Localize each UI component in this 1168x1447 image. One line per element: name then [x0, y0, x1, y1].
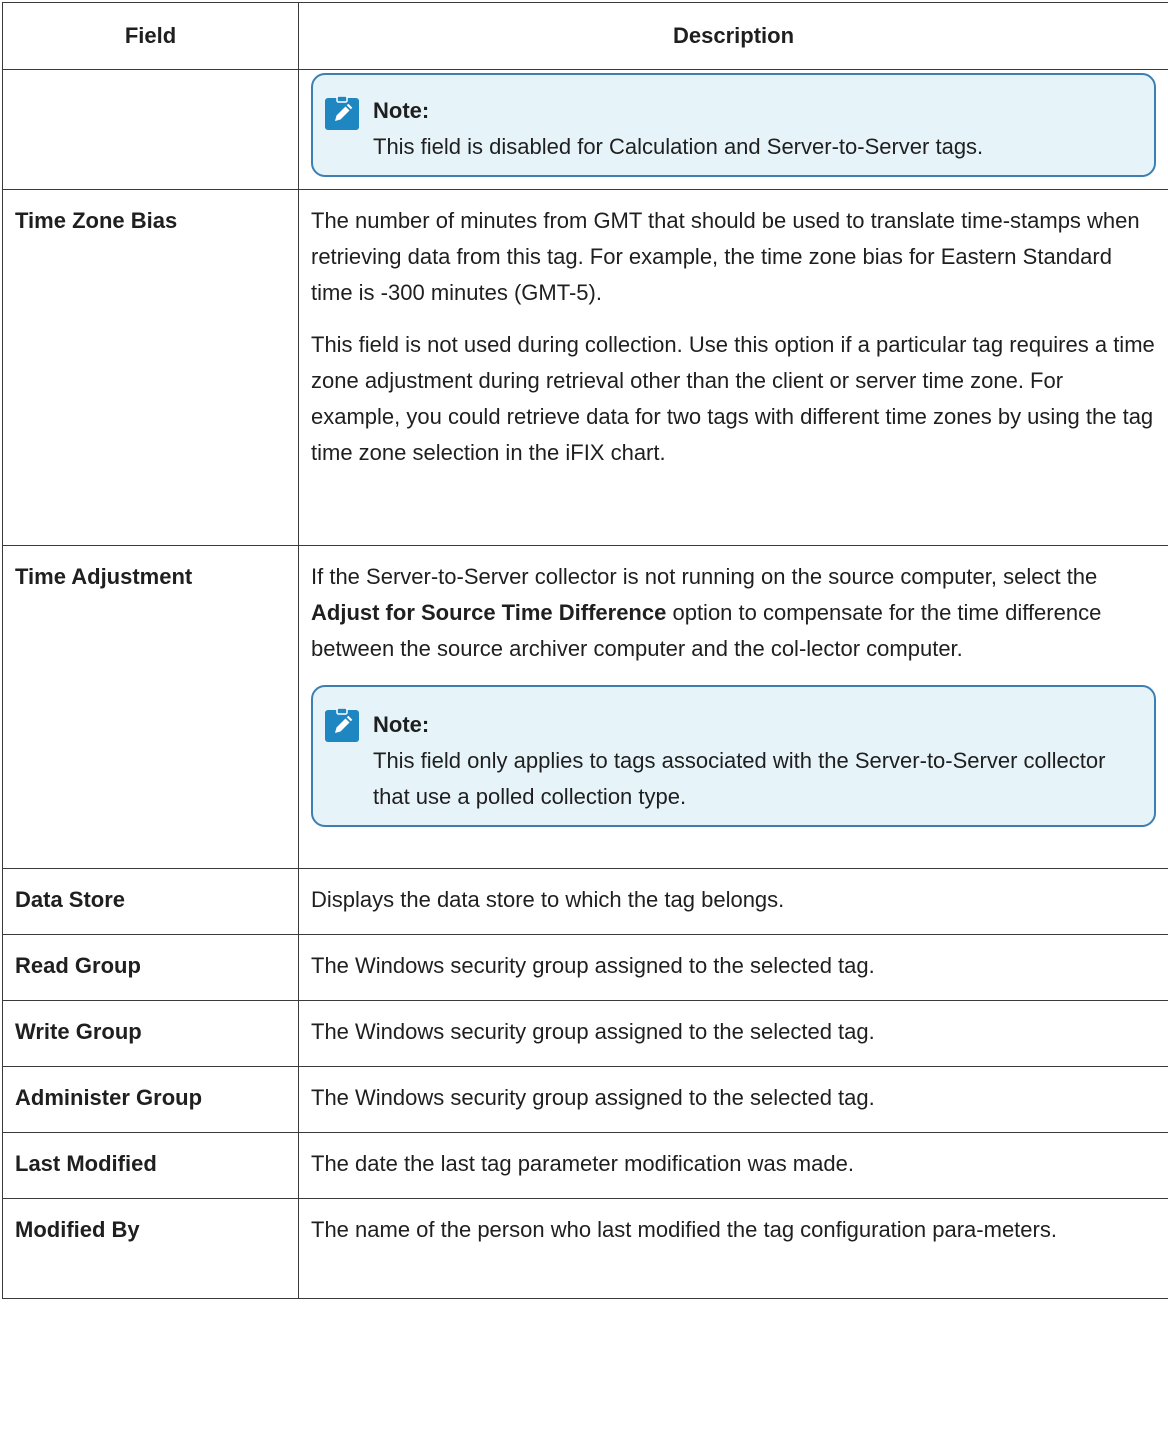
field-description: The Windows security group assigned to t…: [298, 934, 1168, 1001]
table-row: Note: This field is disabled for Calcula…: [2, 69, 1168, 190]
table-row: Time Adjustment If the Server-to-Server …: [2, 545, 1168, 869]
pencil-note-icon: [325, 708, 359, 742]
table-row: Read Group The Windows security group as…: [2, 934, 1168, 1001]
note-callout: Note: This field only applies to tags as…: [311, 685, 1156, 827]
description-paragraph: If the Server-to-Server collector is not…: [311, 559, 1156, 667]
field-description: Displays the data store to which the tag…: [298, 868, 1168, 935]
field-name: Read Group: [2, 934, 299, 1001]
description-paragraph: This field is not used during collection…: [311, 332, 1155, 465]
description-text: If the Server-to-Server collector is not…: [311, 564, 1098, 589]
pencil-note-icon: [325, 96, 359, 130]
field-name: [2, 69, 299, 190]
option-name: Adjust for Source Time Difference: [311, 600, 667, 625]
field-name: Modified By: [2, 1198, 299, 1299]
note-callout: Note: This field is disabled for Calcula…: [311, 73, 1156, 177]
field-name: Last Modified: [2, 1132, 299, 1199]
header-description: Description: [298, 2, 1168, 70]
field-description: The date the last tag parameter modifica…: [298, 1132, 1168, 1199]
note-text: This field only applies to tags associat…: [373, 748, 1106, 809]
note-text: This field is disabled for Calculation a…: [373, 134, 984, 159]
field-description: The Windows security group assigned to t…: [298, 1066, 1168, 1133]
field-description: The number of minutes from GMT that shou…: [298, 189, 1168, 546]
field-description: If the Server-to-Server collector is not…: [298, 545, 1168, 869]
field-description-table: Field Description Note: This field is di…: [2, 2, 1168, 1299]
note-title: Note:: [373, 98, 430, 123]
note-title: Note:: [373, 712, 430, 737]
field-name: Administer Group: [2, 1066, 299, 1133]
table-row: Modified By The name of the person who l…: [2, 1198, 1168, 1299]
description-paragraph: The number of minutes from GMT that shou…: [311, 208, 1140, 305]
table-row: Data Store Displays the data store to wh…: [2, 868, 1168, 935]
field-name: Time Zone Bias: [2, 189, 299, 546]
table-header-row: Field Description: [2, 2, 1168, 70]
field-name: Time Adjustment: [2, 545, 299, 869]
field-description: Note: This field is disabled for Calcula…: [298, 69, 1168, 190]
table-row: Write Group The Windows security group a…: [2, 1000, 1168, 1067]
field-description: The Windows security group assigned to t…: [298, 1000, 1168, 1067]
field-name: Write Group: [2, 1000, 299, 1067]
table-row: Administer Group The Windows security gr…: [2, 1066, 1168, 1133]
field-name: Data Store: [2, 868, 299, 935]
table-row: Time Zone Bias The number of minutes fro…: [2, 189, 1168, 546]
header-field: Field: [2, 2, 299, 70]
table-row: Last Modified The date the last tag para…: [2, 1132, 1168, 1199]
field-description: The name of the person who last modified…: [298, 1198, 1168, 1299]
